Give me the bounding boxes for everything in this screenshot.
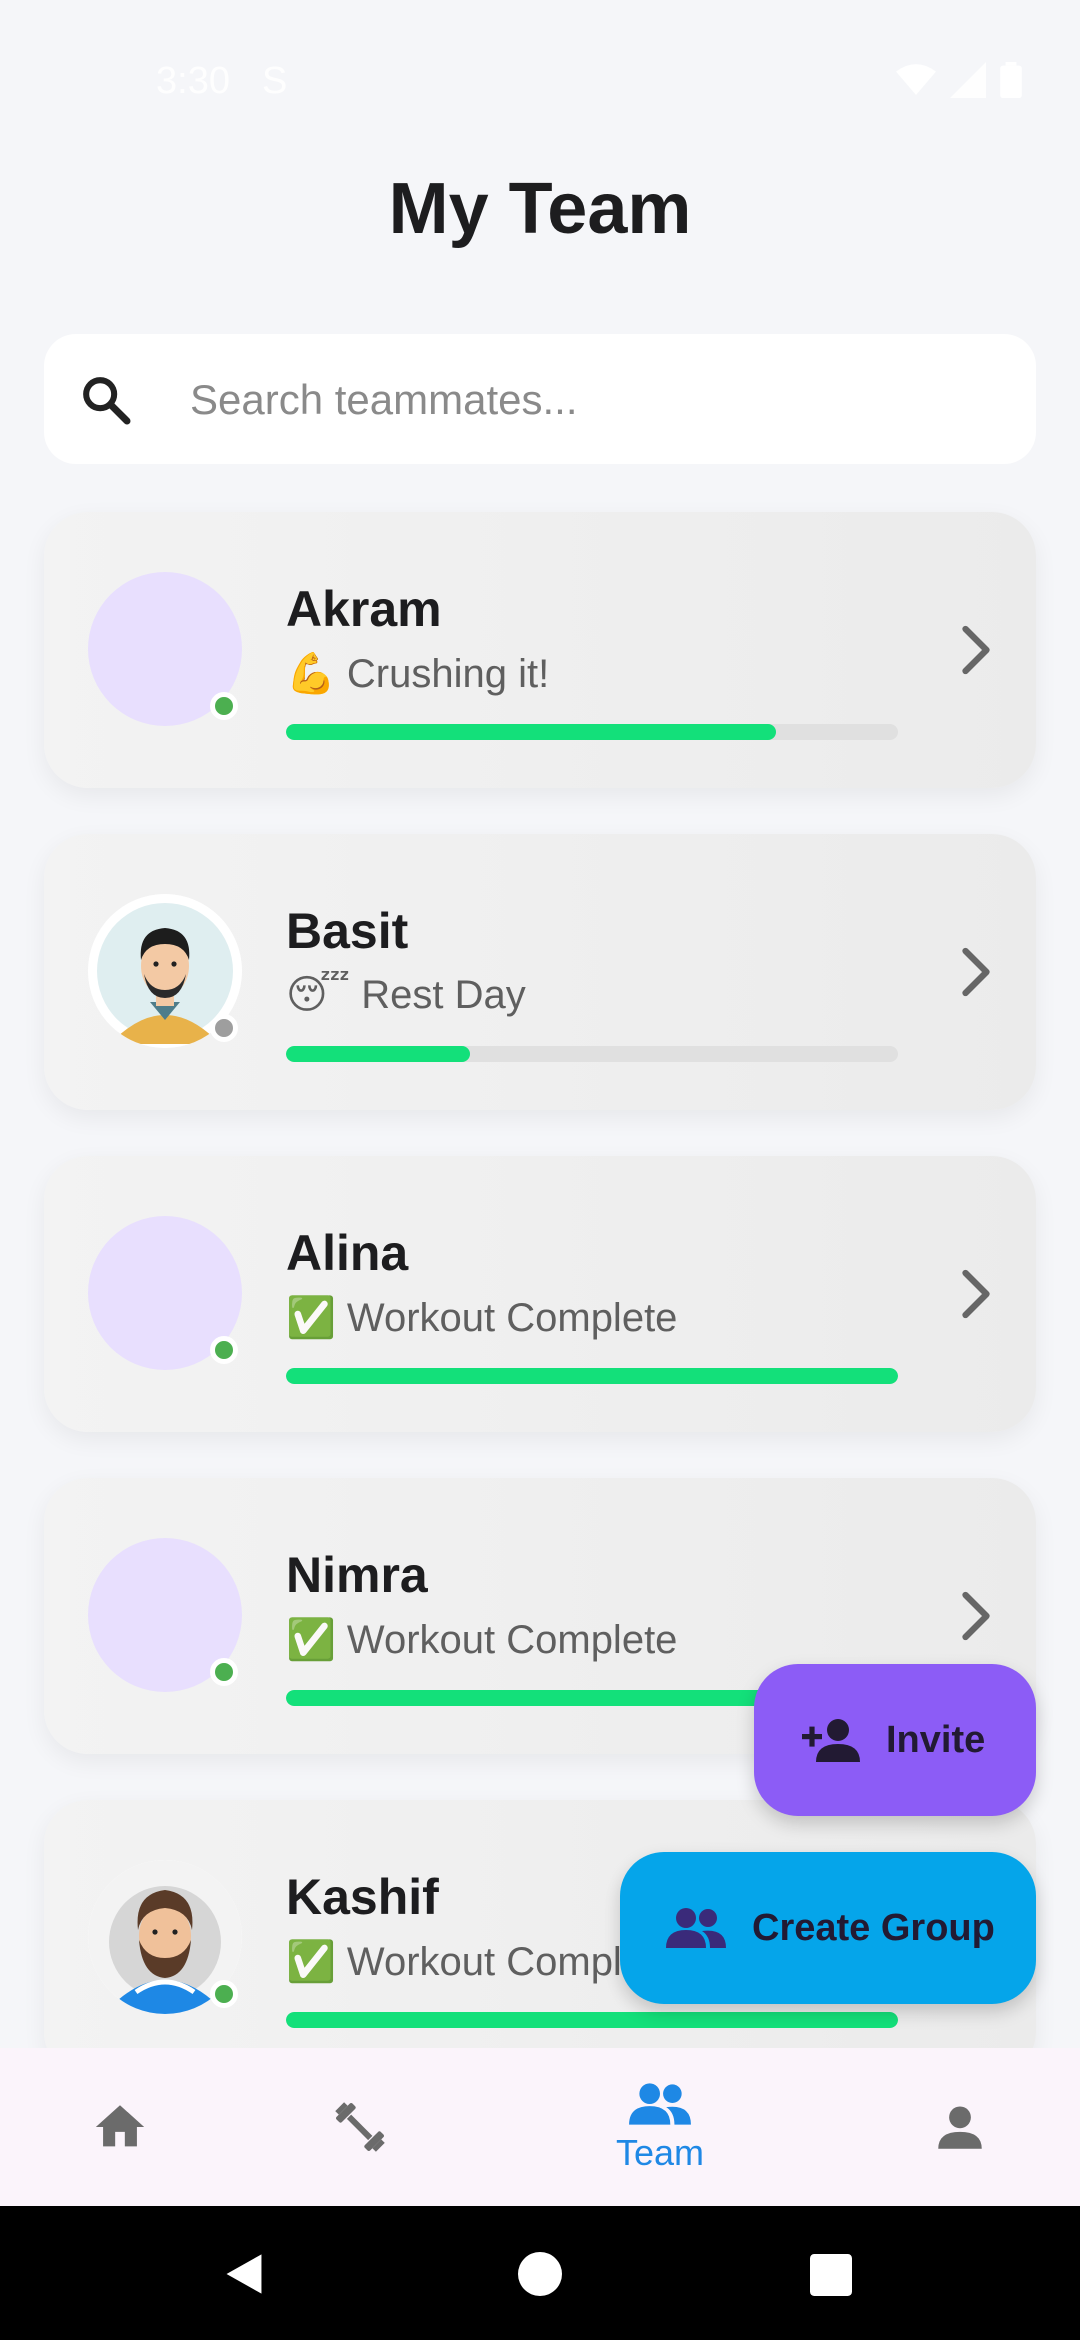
- group-icon: [666, 1908, 726, 1948]
- recents-icon[interactable]: [810, 2254, 852, 2296]
- online-status-dot: [210, 1336, 238, 1364]
- battery-icon: [1000, 62, 1022, 98]
- progress-bar: [286, 1368, 898, 1384]
- nav-workouts[interactable]: [300, 2048, 420, 2206]
- system-navigation-bar: [0, 2206, 1080, 2340]
- progress-bar: [286, 2012, 898, 2028]
- teammate-status: 💪 Crushing it!: [286, 652, 550, 696]
- progress-fill: [286, 2012, 898, 2028]
- teammate-status: ✅ Workout Complete: [286, 1296, 678, 1340]
- back-icon[interactable]: [222, 2250, 266, 2298]
- offline-status-dot: [210, 1014, 238, 1042]
- progress-fill: [286, 724, 776, 740]
- chevron-right-icon: [962, 1591, 990, 1641]
- nav-profile[interactable]: [900, 2048, 1020, 2206]
- person-add-icon: [802, 1719, 860, 1762]
- teammate-name: Alina: [286, 1225, 409, 1281]
- status-bar: 3:30 S: [0, 0, 1080, 160]
- home-icon: [95, 2105, 145, 2147]
- page-title: My Team: [388, 169, 692, 249]
- teammate-name: Akram: [286, 581, 442, 637]
- signal-icon: [950, 62, 986, 98]
- nav-home[interactable]: [60, 2048, 180, 2206]
- invite-button[interactable]: Invite: [754, 1664, 1036, 1816]
- progress-fill: [286, 1368, 898, 1384]
- chevron-right-icon: [962, 1269, 990, 1319]
- status-time: 3:30: [156, 60, 230, 102]
- online-status-dot: [210, 692, 238, 720]
- progress-bar: [286, 1046, 898, 1062]
- chevron-right-icon: [962, 947, 990, 997]
- search-icon: [83, 377, 131, 425]
- progress-bar: [286, 724, 898, 740]
- teammate-card-akram[interactable]: Akram 💪 Crushing it!: [44, 512, 1036, 788]
- bottom-navigation: Team: [0, 2048, 1080, 2206]
- create-group-label: Create Group: [752, 1906, 995, 1949]
- team-icon: [629, 2083, 691, 2125]
- teammate-card-basit[interactable]: Basit 😴 Rest Day: [44, 834, 1036, 1110]
- profile-icon: [938, 2106, 982, 2149]
- online-status-dot: [210, 1658, 238, 1686]
- teammate-name: Kashif: [286, 1869, 439, 1925]
- teammate-status: 😴 Rest Day: [286, 973, 526, 1017]
- invite-label: Invite: [886, 1718, 986, 1761]
- search-input[interactable]: [188, 364, 992, 436]
- progress-fill: [286, 1046, 470, 1062]
- chevron-right-icon: [962, 625, 990, 675]
- teammate-status: ✅ Workout Complete: [286, 1618, 678, 1662]
- online-status-dot: [210, 1980, 238, 2008]
- teammate-name: Nimra: [286, 1547, 428, 1603]
- status-icons: [896, 62, 1022, 98]
- dumbbell-icon: [335, 2102, 385, 2152]
- home-circle-icon[interactable]: [518, 2252, 562, 2296]
- wifi-icon: [896, 64, 936, 95]
- nav-team[interactable]: Team: [590, 2048, 730, 2206]
- nav-team-label: Team: [615, 2132, 705, 2173]
- status-app-icon: S: [262, 60, 288, 102]
- create-group-button[interactable]: Create Group: [620, 1852, 1036, 2004]
- teammate-card-alina[interactable]: Alina ✅ Workout Complete: [44, 1156, 1036, 1432]
- teammate-name: Basit: [286, 903, 409, 959]
- teammate-status: ✅ Workout Complete: [286, 1940, 678, 1984]
